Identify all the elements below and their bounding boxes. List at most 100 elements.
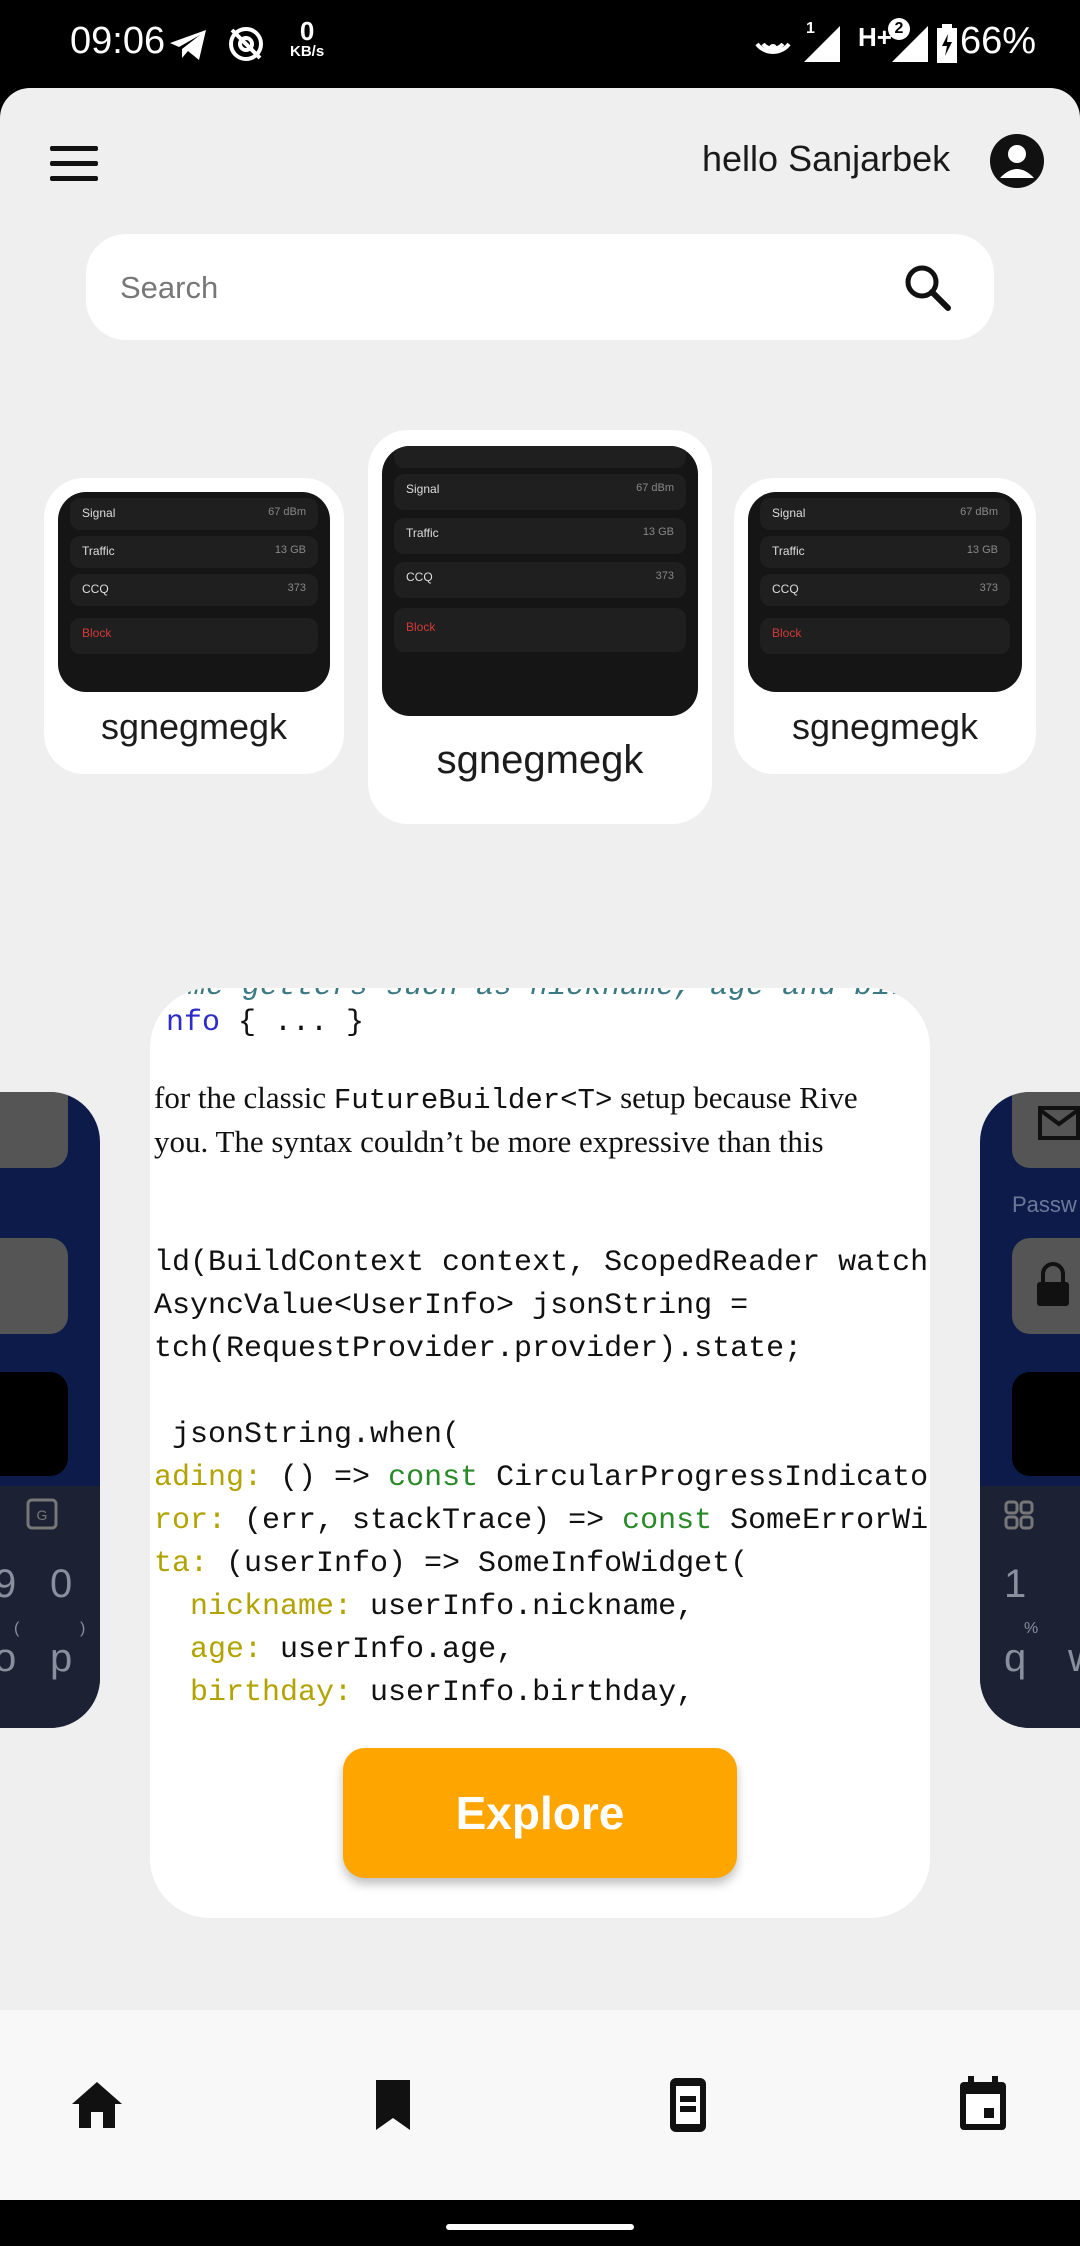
device-icon[interactable] [668, 2076, 708, 2134]
code-token: (err, stackTrace) => [226, 1504, 623, 1538]
code-line: AsyncValue<UserInfo> jsonString = [154, 1289, 749, 1323]
code-token: SomeErrorWidget( [730, 1504, 930, 1538]
menu-icon[interactable] [50, 146, 98, 191]
hotspot-icon [755, 42, 791, 54]
row-label: Signal [82, 506, 116, 520]
search-input[interactable] [118, 234, 902, 342]
button-preview [1012, 1372, 1080, 1476]
block-action: Block [82, 626, 112, 640]
prose-line: for the classic FutureBuilder<T> setup b… [154, 1080, 858, 1117]
status-bar: 09:06 0 KB/s 1 H+ 2 66% [0, 0, 1080, 88]
code-token: userInfo.nickname, [352, 1590, 695, 1624]
signal-icon [804, 26, 840, 62]
code-token: const [388, 1461, 479, 1495]
code-line: nickname: userInfo.nickname, [154, 1586, 694, 1629]
code-token: () => [262, 1461, 389, 1495]
keyboard-preview: G 9 0 ( ) o p [0, 1486, 100, 1728]
code-line: jsonString.when( [154, 1418, 461, 1452]
block-action: Block [406, 620, 436, 634]
row-label: CCQ [772, 582, 799, 596]
row-label: CCQ [406, 570, 433, 584]
key-0: 0 [50, 1562, 73, 1606]
key-q: q [1004, 1636, 1027, 1680]
profile-avatar-icon[interactable] [990, 134, 1044, 188]
device-card[interactable]: Signal 67 dBm Traffic 13 GB CCQ 373 Block s… [734, 478, 1036, 774]
grid-icon [1004, 1500, 1034, 1530]
home-icon[interactable] [70, 2080, 124, 2130]
device-screen-preview: Signal 67 dBm Traffic 13 GB CCQ 373 Block [58, 492, 330, 692]
row-label: Signal [772, 506, 806, 520]
side-card-right[interactable]: Passw 1 % q w [980, 1092, 1080, 1728]
key-p: p [50, 1636, 73, 1680]
device-screen-preview: Signal 67 dBm Traffic 13 GB CCQ 373 Block [748, 492, 1022, 692]
code-token: nickname: [154, 1590, 353, 1624]
bottom-nav [0, 2010, 1080, 2200]
code-token: (userInfo) => SomeInfoWidget( [208, 1547, 749, 1581]
battery-icon [937, 24, 957, 63]
network-type: H+ [858, 22, 892, 52]
input-field-preview [0, 1092, 68, 1168]
search-icon[interactable] [902, 262, 952, 312]
code-token: userInfo.age, [262, 1633, 515, 1667]
row-label: CCQ [82, 582, 109, 596]
device-card-selected[interactable]: Signal 67 dBm Traffic 13 GB CCQ 373 Block s… [368, 430, 712, 824]
mail-icon [1038, 1106, 1080, 1140]
code-token: { ... } [220, 1006, 365, 1040]
search-bar [86, 234, 994, 342]
code-line: birthday: userInfo.birthday, [154, 1672, 694, 1715]
device-name: sgnegmegk [791, 706, 979, 747]
key-o: o [0, 1636, 17, 1680]
side-card-left[interactable]: G 9 0 ( ) o p [0, 1092, 100, 1728]
code-token: const [622, 1504, 713, 1538]
data-speed: 0 KB/s [290, 18, 324, 59]
code-token: ror: [154, 1504, 227, 1538]
code-line: ld(BuildContext context, ScopedReader wa… [154, 1246, 930, 1280]
prose-token: setup because Rive [612, 1080, 858, 1115]
home-indicator[interactable] [446, 2224, 634, 2230]
signal-icon-2 [892, 26, 928, 62]
row-value: 373 [655, 570, 674, 582]
keyboard-preview: 1 % q w [980, 1486, 1080, 1728]
row-value: 373 [287, 582, 306, 594]
row-label: Traffic [772, 544, 805, 558]
row-value: 13 GB [966, 544, 998, 556]
code-token: ta: [154, 1547, 209, 1581]
code-line: tch(RequestProvider.provider).state; [154, 1332, 803, 1366]
row-value: 67 dBm [268, 506, 306, 518]
app-screen: hello Sanjarbek Signal 67 dBm Traffic 13 G… [0, 88, 1080, 2010]
row-value: 67 dBm [960, 506, 998, 518]
button-preview [0, 1372, 68, 1476]
prose-token: for the classic [154, 1080, 334, 1115]
code-token: ading: [154, 1461, 263, 1495]
input-field-preview [0, 1238, 68, 1334]
device-name: sgnegmegk [436, 738, 644, 782]
calendar-icon[interactable] [958, 2076, 1008, 2132]
telegram-icon [170, 30, 206, 60]
code-token: CircularProgressIndicator(), [496, 1461, 930, 1495]
code-line: ading: () => const CircularProgressIndic… [154, 1457, 930, 1500]
block-action: Block [772, 626, 802, 640]
lock-icon [1037, 1262, 1069, 1306]
code-line: age: userInfo.age, [154, 1629, 514, 1672]
bookmark-icon[interactable] [372, 2078, 414, 2132]
device-card[interactable]: Signal 67 dBm Traffic 13 GB CCQ 373 Block s… [44, 478, 344, 774]
row-value: 67 dBm [636, 482, 674, 494]
row-label: Traffic [406, 526, 439, 540]
email-field-preview [1012, 1092, 1080, 1168]
data-speed-unit: KB/s [290, 43, 325, 60]
translate-icon: G [26, 1498, 58, 1530]
code-token: age: [154, 1633, 263, 1667]
password-label: Passw [1012, 1192, 1077, 1217]
row-value: 373 [979, 582, 998, 594]
device-name: sgnegmegk [100, 706, 288, 747]
password-field-preview [1012, 1238, 1080, 1334]
data-speed-value: 0 [299, 16, 315, 46]
row-label: Signal [406, 482, 440, 496]
device-screen-preview: Signal 67 dBm Traffic 13 GB CCQ 373 Block [382, 446, 698, 716]
code-line: nfo { ... } [166, 1002, 364, 1045]
code-line: ta: (userInfo) => SomeInfoWidget( [154, 1543, 748, 1586]
code-line: ror: (err, stackTrace) => const SomeErro… [154, 1500, 930, 1543]
explore-button[interactable]: Explore [343, 1748, 737, 1878]
key-9: 9 [0, 1562, 17, 1606]
svg-text:G: G [37, 1507, 48, 1523]
